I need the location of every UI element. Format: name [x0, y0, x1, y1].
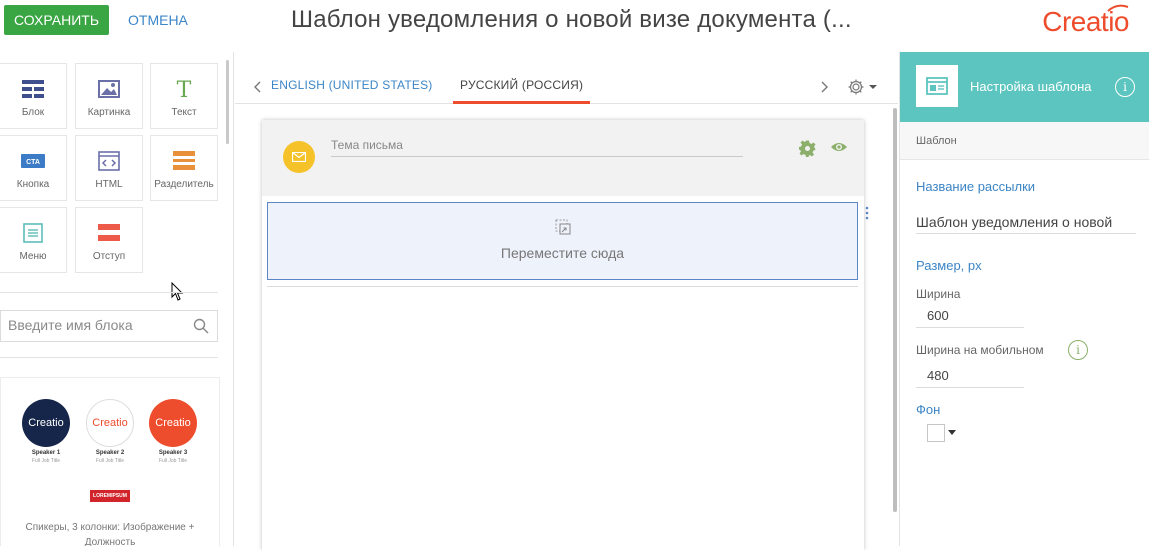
tab-english[interactable]: ENGLISH (UNITED STATES) — [271, 78, 433, 92]
block-tile-text[interactable]: T Текст — [150, 63, 218, 129]
background-label: Фон — [916, 402, 941, 417]
block-search-input[interactable] — [8, 317, 188, 333]
template-settings-icon — [916, 65, 958, 107]
block-tile-menu[interactable]: Меню — [0, 207, 67, 273]
gear-icon[interactable] — [799, 140, 816, 157]
top-toolbar: СОХРАНИТЬ ОТМЕНА Шаблон уведомления о но… — [0, 0, 1149, 44]
envelope-icon — [292, 152, 306, 162]
html-code-icon — [98, 151, 120, 171]
block-tile-label: Блок — [21, 107, 45, 118]
spacer-icon — [98, 224, 120, 241]
settings-header: Настройка шаблона i — [900, 52, 1149, 122]
speaker-1: Creatio Speaker 1 Full Job Title — [22, 399, 70, 464]
template-editor: ENGLISH (UNITED STATES) РУССКИЙ (РОССИЯ) — [235, 52, 898, 550]
block-grid-icon — [22, 80, 44, 98]
size-label: Размер, px — [916, 258, 982, 273]
mobile-width-label: Ширина на мобильном — [916, 343, 1044, 357]
width-label: Ширина — [916, 287, 961, 301]
mailing-name-label: Название рассылки — [916, 179, 1036, 194]
info-icon[interactable]: i — [1115, 77, 1135, 97]
image-icon — [98, 80, 120, 98]
subject-input[interactable] — [331, 138, 743, 157]
block-tile-spacer[interactable]: Отступ — [75, 207, 143, 273]
block-tile-html[interactable]: HTML — [75, 135, 143, 201]
menu-icon — [23, 223, 43, 243]
block-tile-label: Текст — [171, 107, 197, 118]
block-tile-block[interactable]: Блок — [0, 63, 67, 129]
subject-row — [262, 120, 864, 196]
mobile-width-info-icon[interactable]: i — [1068, 340, 1088, 360]
drag-handle-icon[interactable] — [865, 206, 869, 220]
envelope-badge — [283, 141, 315, 173]
field-underline — [916, 233, 1136, 234]
field-underline — [916, 327, 1024, 328]
width-field[interactable]: 600 — [927, 308, 949, 323]
block-search-box — [0, 310, 218, 342]
mobile-width-field[interactable]: 480 — [927, 368, 949, 383]
block-tile-divider[interactable]: Разделитель — [150, 135, 218, 201]
block-tile-label: Картинка — [87, 107, 131, 118]
speaker-title: Full Job Title — [95, 458, 125, 464]
background-color-swatch[interactable] — [927, 424, 945, 442]
cancel-button[interactable]: ОТМЕНА — [128, 5, 188, 35]
section-label: Шаблон — [916, 135, 957, 147]
svg-text:CTA: CTA — [26, 159, 40, 166]
speaker-avatar: Creatio — [149, 399, 197, 447]
email-canvas[interactable]: Переместите сюда — [262, 120, 869, 550]
active-tab-indicator — [453, 101, 590, 104]
tab-russian[interactable]: РУССКИЙ (РОССИЯ) — [460, 78, 583, 92]
divider — [0, 292, 218, 293]
settings-title: Настройка шаблона — [970, 79, 1092, 94]
speaker-name: Speaker 3 — [158, 450, 188, 456]
block-tile-button[interactable]: CTA Кнопка — [0, 135, 67, 201]
mailing-name-field[interactable]: Шаблон уведомления о новой — [916, 214, 1136, 230]
chevron-left-icon[interactable] — [253, 81, 261, 93]
preview-caption: Спикеры, 3 колонки: Изображение + Должно… — [25, 522, 195, 546]
speaker-2: Creatio Speaker 2 Full Job Title — [86, 399, 134, 464]
search-icon[interactable] — [193, 318, 209, 334]
field-underline — [916, 387, 1024, 388]
divider — [0, 357, 218, 358]
blocks-panel: Блок Картинка T Текст CTA Кнопка HTML Ра… — [0, 52, 234, 546]
preview-eye-icon[interactable] — [830, 141, 848, 153]
drag-drop-icon — [555, 219, 571, 235]
save-button[interactable]: СОХРАНИТЬ — [4, 5, 109, 35]
speaker-avatar: Creatio — [22, 399, 70, 447]
language-tabs: ENGLISH (UNITED STATES) РУССКИЙ (РОССИЯ) — [235, 52, 898, 104]
speaker-title: Full Job Title — [158, 458, 188, 464]
drop-zone-text: Переместите сюда — [500, 245, 625, 261]
block-tile-label: Кнопка — [16, 179, 50, 190]
text-t-icon: T — [177, 78, 192, 100]
speaker-name: Speaker 2 — [95, 450, 125, 456]
creatio-logo: Creatio — [1042, 6, 1129, 37]
language-settings-gear-icon[interactable] — [847, 78, 879, 96]
page-title: Шаблон уведомления о новой визе документ… — [291, 6, 852, 33]
block-tile-image[interactable]: Картинка — [75, 63, 143, 129]
color-dropdown-caret-icon[interactable] — [948, 430, 956, 435]
svg-text:T: T — [177, 78, 192, 100]
canvas-divider — [267, 286, 858, 287]
settings-section-header: Шаблон — [900, 122, 1149, 160]
speaker-name: Speaker 1 — [31, 450, 61, 456]
lorem-badge: LOREMIPSUM — [90, 490, 130, 502]
cta-button-icon: CTA — [21, 154, 45, 168]
speaker-3: Creatio Speaker 3 Full Job Title — [149, 399, 197, 464]
block-preview-card[interactable]: Creatio Speaker 1 Full Job Title Creatio… — [0, 377, 220, 546]
speaker-avatar: Creatio — [86, 399, 134, 447]
blocks-scrollbar[interactable] — [226, 60, 229, 144]
block-tile-label: HTML — [95, 179, 123, 190]
block-tile-label: Меню — [19, 251, 47, 262]
chevron-right-icon[interactable] — [821, 81, 829, 93]
block-tile-label: Отступ — [92, 251, 126, 262]
speaker-title: Full Job Title — [31, 458, 61, 464]
block-tile-label: Разделитель — [154, 179, 214, 190]
editor-scrollbar[interactable] — [893, 108, 897, 512]
divider-icon — [173, 151, 195, 170]
template-settings-panel: Настройка шаблона i Шаблон Название расс… — [899, 52, 1149, 546]
drop-zone[interactable]: Переместите сюда — [267, 202, 858, 280]
